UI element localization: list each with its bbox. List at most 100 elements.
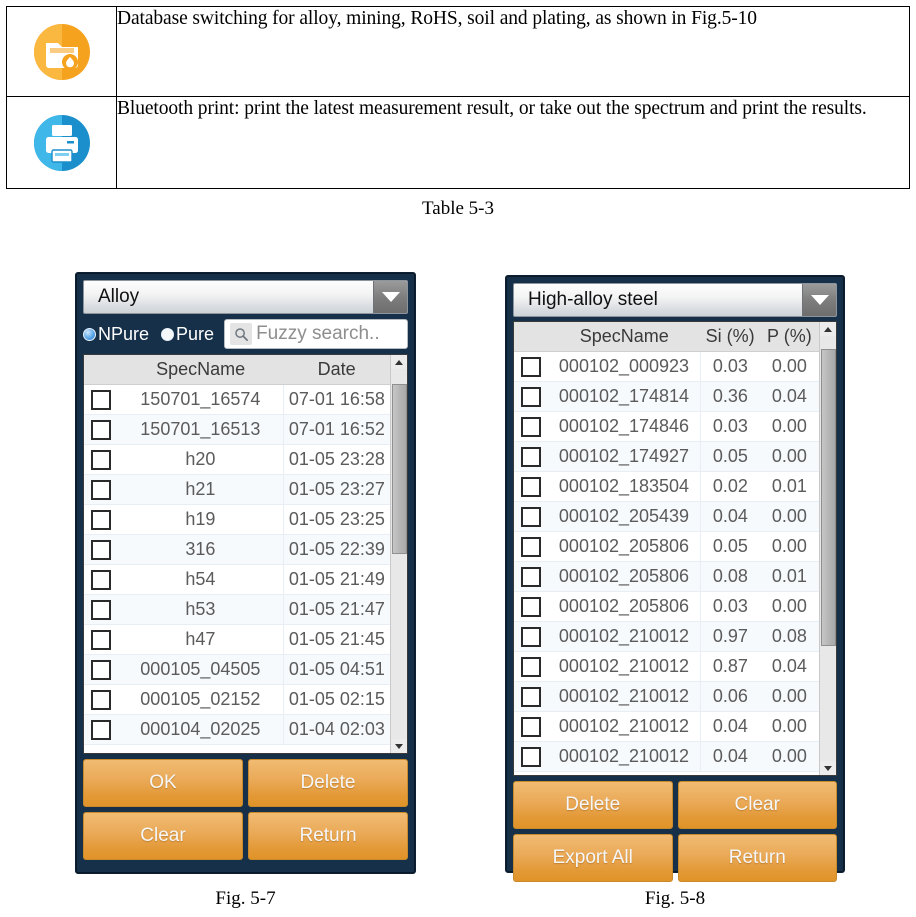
row-checkbox[interactable] <box>514 741 548 772</box>
table-row[interactable]: 000104_02025 01-04 02:03 <box>84 714 390 745</box>
checkbox-icon <box>91 539 111 560</box>
table-row[interactable]: h47 01-05 21:45 <box>84 624 390 655</box>
cell-si: 0.03 <box>699 351 760 382</box>
row-checkbox[interactable] <box>514 501 548 532</box>
row-checkbox[interactable] <box>84 504 118 535</box>
row-checkbox[interactable] <box>84 684 118 715</box>
scroll-up-arrow-icon[interactable] <box>391 355 407 369</box>
table-icon-cell <box>6 6 117 97</box>
cell-specname: 000102_174927 <box>548 441 701 472</box>
table-row[interactable]: 000102_210012 0.04 0.00 <box>514 741 819 772</box>
database-dropdown-left[interactable]: Alloy <box>83 280 408 314</box>
row-checkbox[interactable] <box>514 351 548 382</box>
database-dropdown-right[interactable]: High-alloy steel <box>513 283 837 317</box>
return-button[interactable]: Return <box>677 834 837 882</box>
scrollbar-thumb[interactable] <box>821 348 836 647</box>
row-checkbox[interactable] <box>514 381 548 412</box>
cell-specname: 000102_210012 <box>548 741 701 772</box>
row-checkbox[interactable] <box>514 711 548 742</box>
cell-specname: 000102_183504 <box>548 471 701 502</box>
cell-p: 0.00 <box>759 711 819 742</box>
table-row[interactable]: 316 01-05 22:39 <box>84 534 390 565</box>
scroll-down-arrow-icon[interactable] <box>391 739 407 753</box>
row-checkbox[interactable] <box>514 561 548 592</box>
row-checkbox[interactable] <box>84 714 118 745</box>
ok-button[interactable]: OK <box>83 759 243 807</box>
dropdown-value: Alloy <box>98 286 140 307</box>
cell-specname: h21 <box>118 474 284 505</box>
table-row[interactable]: h21 01-05 23:27 <box>84 474 390 505</box>
delete-button[interactable]: Delete <box>513 781 673 829</box>
dropdown-value: High-alloy steel <box>528 289 658 310</box>
cell-si: 0.08 <box>699 561 760 592</box>
page-root: Database switching for alloy, mining, Ro… <box>0 0 916 917</box>
cell-specname: 150701_16513 <box>118 414 284 445</box>
scroll-down-arrow-icon[interactable] <box>820 761 836 775</box>
checkbox-icon <box>521 536 541 557</box>
table-row[interactable]: 150701_16513 07-01 16:52 <box>84 414 390 445</box>
table-row[interactable]: 000102_183504 0.02 0.01 <box>514 471 819 502</box>
table-row[interactable]: 000102_210012 0.04 0.00 <box>514 711 819 742</box>
table-row[interactable]: 000105_02152 01-05 02:15 <box>84 684 390 715</box>
table-row[interactable]: 150701_16574 07-01 16:58 <box>84 384 390 415</box>
search-icon <box>230 323 253 345</box>
scrollbar-thumb[interactable] <box>392 383 407 554</box>
row-checkbox[interactable] <box>84 444 118 475</box>
radio-pure[interactable]: Pure <box>161 324 214 345</box>
cell-si: 0.05 <box>699 531 760 562</box>
spec-list-right: SpecName Si (%) P (%) 000102_000923 0.03 0… <box>513 321 837 776</box>
table-row[interactable]: 000102_210012 0.97 0.08 <box>514 621 819 652</box>
row-checkbox[interactable] <box>84 654 118 685</box>
cell-p: 0.00 <box>759 411 819 442</box>
table-row[interactable]: 000102_205806 0.08 0.01 <box>514 561 819 592</box>
cell-specname: 000105_04505 <box>118 654 284 685</box>
table-row[interactable]: 000102_205806 0.03 0.00 <box>514 591 819 622</box>
return-button[interactable]: Return <box>248 812 408 860</box>
row-checkbox[interactable] <box>514 531 548 562</box>
cell-specname: 000102_174846 <box>548 411 701 442</box>
clear-button[interactable]: Clear <box>677 781 837 829</box>
row-checkbox[interactable] <box>514 651 548 682</box>
table-row[interactable]: h54 01-05 21:49 <box>84 564 390 595</box>
chevron-down-icon[interactable] <box>373 281 407 313</box>
checkbox-icon <box>521 716 541 737</box>
row-checkbox[interactable] <box>514 411 548 442</box>
scroll-up-arrow-icon[interactable] <box>820 322 836 336</box>
row-checkbox[interactable] <box>84 474 118 505</box>
row-checkbox[interactable] <box>84 414 118 445</box>
table-row[interactable]: h19 01-05 23:25 <box>84 504 390 535</box>
table-row[interactable]: 000102_174814 0.36 0.04 <box>514 381 819 412</box>
row-checkbox[interactable] <box>84 564 118 595</box>
row-checkbox[interactable] <box>84 384 118 415</box>
row-checkbox[interactable] <box>514 591 548 622</box>
cell-date: 07-01 16:58 <box>282 384 390 415</box>
table-row[interactable]: 000105_04505 01-05 04:51 <box>84 654 390 685</box>
table-row[interactable]: 000102_205806 0.05 0.00 <box>514 531 819 562</box>
filter-row: NPure Pure Fuzzy search.. <box>83 318 408 350</box>
vertical-scrollbar-left[interactable] <box>390 355 407 753</box>
row-checkbox[interactable] <box>84 624 118 655</box>
vertical-scrollbar-right[interactable] <box>819 322 836 775</box>
table-row[interactable]: 000102_174846 0.03 0.00 <box>514 411 819 442</box>
row-checkbox[interactable] <box>514 621 548 652</box>
cell-specname: h53 <box>118 594 284 625</box>
row-checkbox[interactable] <box>84 534 118 565</box>
table-row[interactable]: 000102_205439 0.04 0.00 <box>514 501 819 532</box>
table-row[interactable]: 000102_000923 0.03 0.00 <box>514 351 819 382</box>
row-checkbox[interactable] <box>514 681 548 712</box>
chevron-down-icon[interactable] <box>802 284 836 316</box>
table-row[interactable]: 000102_174927 0.05 0.00 <box>514 441 819 472</box>
table-row[interactable]: h20 01-05 23:28 <box>84 444 390 475</box>
spec-list-right-body: SpecName Si (%) P (%) 000102_000923 0.03 0… <box>514 322 819 775</box>
radio-npure[interactable]: NPure <box>83 324 149 345</box>
table-row[interactable]: h53 01-05 21:47 <box>84 594 390 625</box>
search-input[interactable]: Fuzzy search.. <box>224 319 408 349</box>
row-checkbox[interactable] <box>514 441 548 472</box>
clear-button[interactable]: Clear <box>83 812 243 860</box>
export-all-button[interactable]: Export All <box>513 834 673 882</box>
table-row[interactable]: 000102_210012 0.87 0.04 <box>514 651 819 682</box>
table-row[interactable]: 000102_210012 0.06 0.00 <box>514 681 819 712</box>
row-checkbox[interactable] <box>84 594 118 625</box>
delete-button[interactable]: Delete <box>248 759 408 807</box>
row-checkbox[interactable] <box>514 471 548 502</box>
